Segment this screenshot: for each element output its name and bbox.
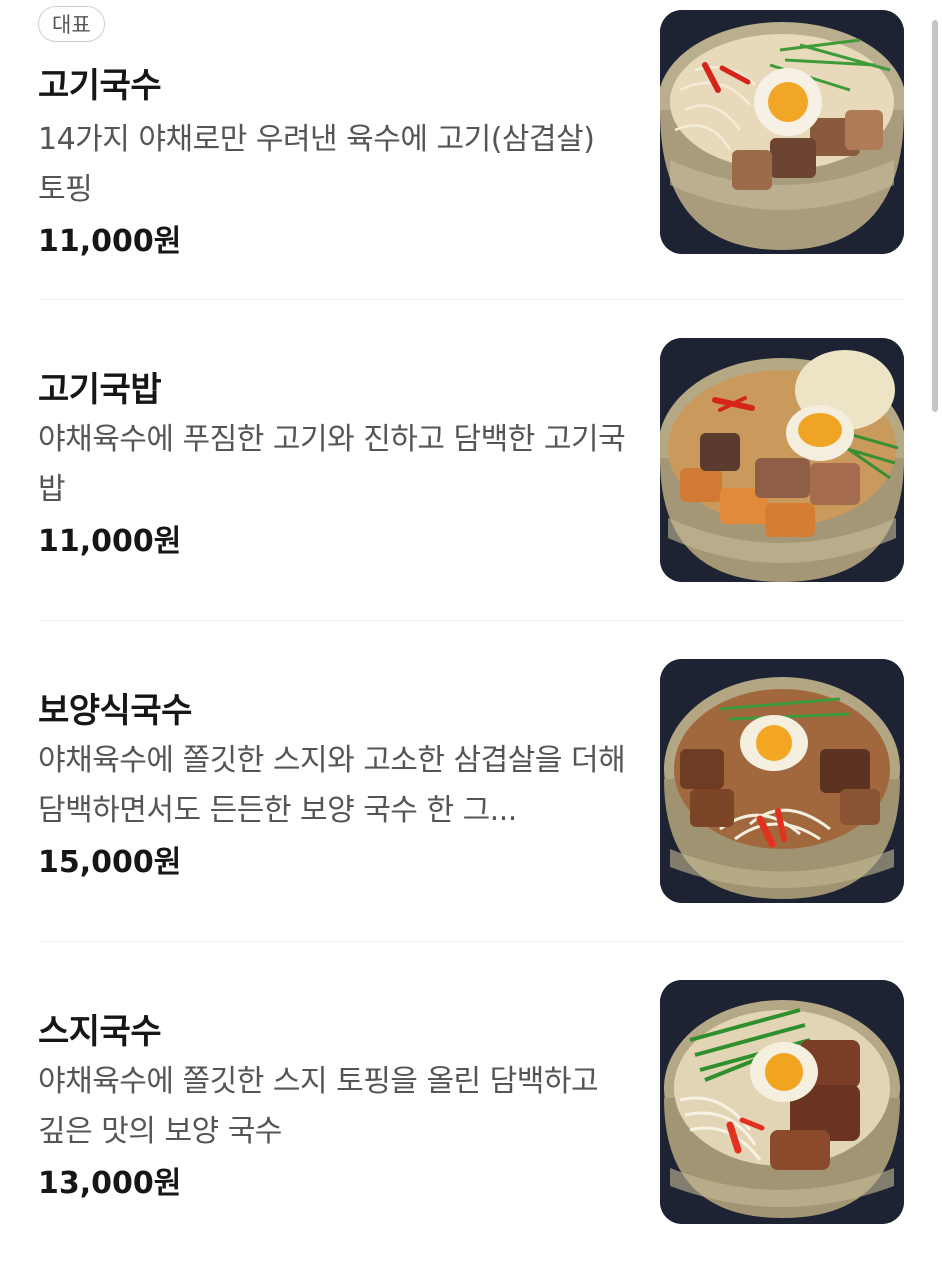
menu-item-price: 11,000원 xyxy=(38,224,182,259)
noodle-bowl-image[interactable] xyxy=(660,980,904,1224)
menu-item-title: 고기국수 xyxy=(38,66,162,106)
rice-soup-bowl-illustration xyxy=(660,338,904,582)
menu-item-description: 14가지 야채로만 우려낸 육수에 고기(삼겹살) 토핑 xyxy=(38,122,595,207)
menu-item-price: 13,000원 xyxy=(38,1166,182,1201)
menu-item-title: 스지국수 xyxy=(38,1012,162,1052)
noodle-bowl-illustration xyxy=(660,659,904,903)
menu-item-gogi-guksu[interactable]: 대표 고기국수 14가지 야채로만 우려낸 육수에 고기(삼겹살) 토핑 11,… xyxy=(38,0,904,300)
menu-item-price: 11,000원 xyxy=(38,524,182,559)
menu-item-description: 야채육수에 쫄깃한 스지와 고소한 삼겹살을 더해 담백하면서도 든든한 보양 … xyxy=(38,743,626,828)
menu-item-title: 고기국밥 xyxy=(38,370,162,410)
menu-list: 대표 고기국수 14가지 야채로만 우려낸 육수에 고기(삼겹살) 토핑 11,… xyxy=(0,0,942,1263)
noodle-bowl-image[interactable] xyxy=(660,659,904,903)
noodle-bowl-illustration xyxy=(660,980,904,1224)
menu-item-suji-guksu[interactable]: 스지국수 야채육수에 쫄깃한 스지 토핑을 올린 담백하고 깊은 맛의 보양 국… xyxy=(38,942,904,1263)
scrollbar[interactable] xyxy=(932,20,938,412)
rice-soup-bowl-image[interactable] xyxy=(660,338,904,582)
menu-item-gogi-gukbap[interactable]: 고기국밥 야채육수에 푸짐한 고기와 진하고 담백한 고기국밥 11,000원 xyxy=(38,300,904,621)
menu-item-description: 야채육수에 푸짐한 고기와 진하고 담백한 고기국밥 xyxy=(38,422,626,507)
noodle-bowl-illustration xyxy=(660,10,904,254)
menu-item-boyangsik-guksu[interactable]: 보양식국수 야채육수에 쫄깃한 스지와 고소한 삼겹살을 더해 담백하면서도 든… xyxy=(38,621,904,942)
menu-item-description: 야채육수에 쫄깃한 스지 토핑을 올린 담백하고 깊은 맛의 보양 국수 xyxy=(38,1064,599,1149)
menu-item-title: 보양식국수 xyxy=(38,691,192,731)
signature-badge: 대표 xyxy=(38,6,105,42)
menu-item-price: 15,000원 xyxy=(38,845,182,880)
noodle-bowl-image[interactable] xyxy=(660,10,904,254)
